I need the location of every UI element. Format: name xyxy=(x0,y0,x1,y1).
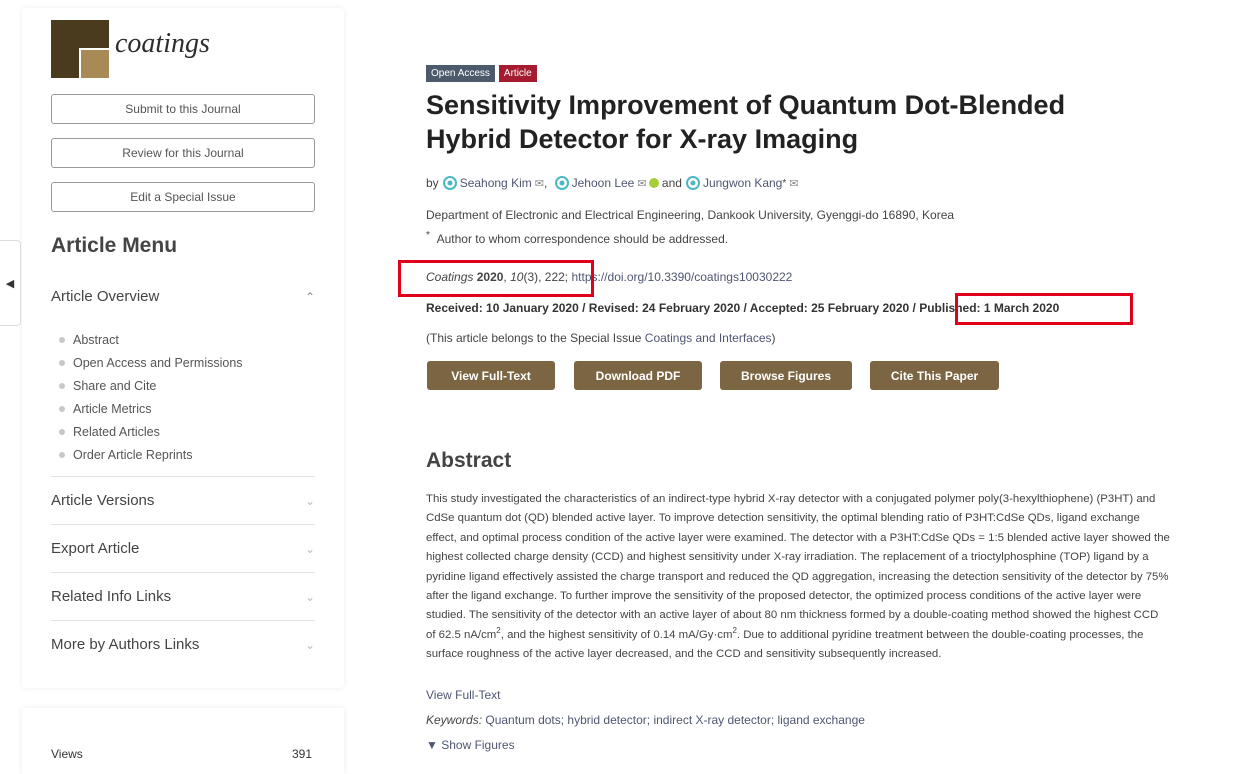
accordion-label: More by Authors Links xyxy=(51,636,200,653)
logo-mark-icon xyxy=(51,20,109,78)
abstract-heading: Abstract xyxy=(426,449,512,472)
browse-figures-button[interactable]: Browse Figures xyxy=(720,361,852,390)
special-issue-note: (This article belongs to the Special Iss… xyxy=(426,331,776,345)
review-for-journal-button[interactable]: Review for this Journal xyxy=(51,138,315,168)
mail-icon[interactable]: ✉ xyxy=(789,177,798,190)
mail-icon[interactable]: ✉ xyxy=(535,177,544,190)
highlight-box-published xyxy=(955,293,1133,325)
keywords-links[interactable]: Quantum dots; hybrid detector; indirect … xyxy=(485,713,865,727)
chevron-down-icon: ⌄ xyxy=(304,637,315,652)
author-link[interactable]: Jungwon Kang xyxy=(703,176,782,190)
article-menu-title: Article Menu xyxy=(51,234,178,257)
author-list: by Seahong Kim ✉ , Jehoon Lee ✉ and Jung… xyxy=(426,176,799,190)
journal-name: coatings xyxy=(115,28,210,59)
bullet-icon xyxy=(59,359,65,366)
accordion-label: Export Article xyxy=(51,540,140,557)
accordion-label: Article Overview xyxy=(51,288,160,305)
show-figures-toggle[interactable]: ▼ Show Figures xyxy=(426,738,515,752)
author-profile-icon[interactable] xyxy=(442,176,457,190)
divider xyxy=(51,572,315,573)
divider xyxy=(51,524,315,525)
accordion-article-versions[interactable]: Article Versions ⌄ xyxy=(51,492,315,509)
divider xyxy=(51,476,315,477)
download-pdf-button[interactable]: Download PDF xyxy=(574,361,702,390)
bullet-icon xyxy=(59,336,65,343)
affiliation: Department of Electronic and Electrical … xyxy=(426,208,955,222)
author-profile-icon[interactable] xyxy=(685,176,700,190)
article-badges: Open Access Article xyxy=(426,65,537,82)
special-issue-link[interactable]: Coatings and Interfaces xyxy=(645,331,772,345)
caret-left-icon: ◀ xyxy=(5,277,15,290)
overview-item-metrics[interactable]: Article Metrics xyxy=(59,397,243,420)
accordion-export-article[interactable]: Export Article ⌄ xyxy=(51,540,315,557)
accordion-related-info-links[interactable]: Related Info Links ⌄ xyxy=(51,588,315,605)
article-title: Sensitivity Improvement of Quantum Dot-B… xyxy=(426,90,1066,154)
bullet-icon xyxy=(59,382,65,389)
orcid-icon[interactable] xyxy=(648,178,659,188)
author-profile-icon[interactable] xyxy=(554,176,569,190)
bullet-icon xyxy=(59,428,65,435)
overview-item-open-access[interactable]: Open Access and Permissions xyxy=(59,351,243,374)
overview-item-abstract[interactable]: Abstract xyxy=(59,328,243,351)
sidebar-collapse-tab[interactable]: ◀ xyxy=(0,240,21,326)
doi-link[interactable]: https://doi.org/10.3390/coatings10030222 xyxy=(572,270,793,284)
chevron-up-icon: ⌃ xyxy=(304,289,315,304)
mail-icon[interactable]: ✉ xyxy=(637,177,646,190)
accordion-more-by-authors[interactable]: More by Authors Links ⌄ xyxy=(51,636,315,653)
view-full-text-button[interactable]: View Full-Text xyxy=(427,361,555,390)
corresponding-mark: * xyxy=(782,177,787,189)
open-access-badge: Open Access xyxy=(426,65,495,82)
accordion-article-overview[interactable]: Article Overview ⌃ xyxy=(51,288,315,305)
article-overview-list: Abstract Open Access and Permissions Sha… xyxy=(59,328,243,466)
keywords-line: Keywords: Quantum dots; hybrid detector;… xyxy=(426,713,865,727)
overview-item-reprints[interactable]: Order Article Reprints xyxy=(59,443,243,466)
journal-logo[interactable]: coatings xyxy=(51,20,210,78)
corresponding-note: * Author to whom correspondence should b… xyxy=(426,230,729,246)
highlight-box-citation xyxy=(398,260,594,297)
bullet-icon xyxy=(59,405,65,412)
views-label: Views xyxy=(51,747,83,761)
edit-special-issue-button[interactable]: Edit a Special Issue xyxy=(51,182,315,212)
views-count: 391 xyxy=(292,747,313,761)
article-type-badge: Article xyxy=(498,65,537,82)
author-link[interactable]: Jehoon Lee xyxy=(572,176,635,190)
abstract-text: This study investigated the characterist… xyxy=(426,493,1170,661)
chevron-down-icon: ⌄ xyxy=(304,589,315,604)
accordion-label: Article Versions xyxy=(51,492,155,509)
view-full-text-link[interactable]: View Full-Text xyxy=(426,688,500,702)
chevron-down-icon: ⌄ xyxy=(304,493,315,508)
accordion-label: Related Info Links xyxy=(51,588,172,605)
bullet-icon xyxy=(59,451,65,458)
divider xyxy=(51,620,315,621)
views-panel xyxy=(22,708,344,774)
submit-to-journal-button[interactable]: Submit to this Journal xyxy=(51,94,315,124)
chevron-down-icon: ⌄ xyxy=(304,541,315,556)
overview-item-share-cite[interactable]: Share and Cite xyxy=(59,374,243,397)
author-link[interactable]: Seahong Kim xyxy=(460,176,532,190)
cite-this-paper-button[interactable]: Cite This Paper xyxy=(870,361,999,390)
overview-item-related[interactable]: Related Articles xyxy=(59,420,243,443)
